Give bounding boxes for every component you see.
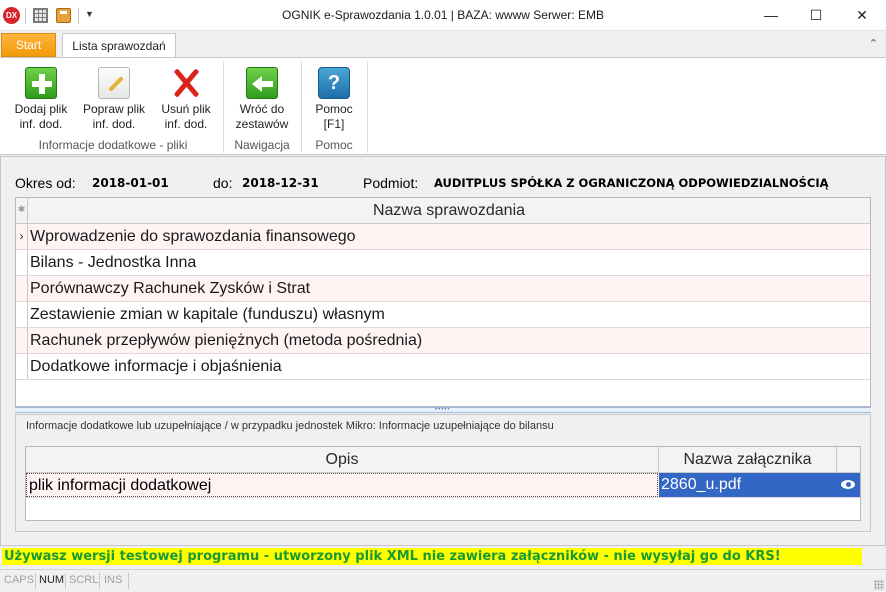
delete-icon bbox=[170, 67, 202, 99]
reports-grid: ✱ Nazwa sprawozdania › Wprowadzenie do s… bbox=[15, 197, 871, 407]
table-row[interactable]: Bilans - Jednostka Inna bbox=[16, 250, 870, 276]
ribbon-collapse-icon[interactable]: ⌃ bbox=[869, 37, 878, 50]
podmiot-value: AUDITPLUS SPÓŁKA Z OGRANICZONĄ ODPOWIEDZ… bbox=[434, 176, 829, 190]
okres-do-label: do: bbox=[213, 175, 233, 191]
title-bar: DX ▼ OGNIK e-Sprawozdania 1.0.01 | BAZA:… bbox=[0, 0, 886, 31]
attachments-panel: Informacje dodatkowe lub uzupełniające /… bbox=[15, 414, 871, 532]
attachments-grid: Opis Nazwa załącznika plik informacji do… bbox=[25, 446, 861, 521]
attachments-panel-label: Informacje dodatkowe lub uzupełniające /… bbox=[26, 420, 554, 432]
status-caps: CAPS bbox=[4, 574, 34, 586]
edit-file-button[interactable]: Popraw plik inf. dod. bbox=[78, 64, 150, 136]
help-button[interactable]: ? Pomoc [F1] bbox=[308, 64, 360, 136]
group-label-nawigacja: Nawigacja bbox=[234, 138, 290, 152]
table-row[interactable]: Porównawczy Rachunek Zysków i Strat bbox=[16, 276, 870, 302]
group-label-pliki: Informacje dodatkowe - pliki bbox=[38, 138, 188, 152]
status-num: NUM bbox=[39, 574, 65, 586]
preview-button[interactable] bbox=[836, 473, 860, 497]
close-button[interactable]: ✕ bbox=[839, 0, 885, 31]
table-row[interactable]: Rachunek przepływów pieniężnych (metoda … bbox=[16, 328, 870, 354]
tab-lista-sprawozdan[interactable]: Lista sprawozdań bbox=[62, 33, 176, 59]
podmiot-label: Podmiot: bbox=[363, 175, 419, 191]
column-header-preview bbox=[837, 447, 860, 473]
table-row[interactable]: plik informacji dodatkowej 2860_u.pdf bbox=[26, 473, 860, 498]
current-row-indicator: › bbox=[16, 224, 28, 249]
group-separator bbox=[367, 61, 368, 153]
cell-nazwa-zalacznika[interactable]: 2860_u.pdf bbox=[659, 473, 836, 497]
group-separator bbox=[301, 61, 302, 153]
back-arrow-icon bbox=[246, 67, 278, 99]
group-label-pomoc: Pomoc bbox=[315, 138, 353, 152]
column-header-opis[interactable]: Opis bbox=[26, 447, 659, 473]
attachments-grid-header: Opis Nazwa załącznika bbox=[26, 447, 860, 473]
test-version-warning: Używasz wersji testowej programu - utwor… bbox=[2, 548, 862, 565]
reports-grid-header: ✱ Nazwa sprawozdania bbox=[16, 198, 870, 224]
status-separator bbox=[35, 573, 36, 589]
new-row-indicator: ✱ bbox=[16, 198, 28, 224]
status-separator bbox=[65, 573, 66, 589]
table-row[interactable]: Zestawienie zmian w kapitale (funduszu) … bbox=[16, 302, 870, 328]
cell-opis[interactable]: plik informacji dodatkowej bbox=[26, 473, 658, 497]
column-header-nazwa-zalacznika[interactable]: Nazwa załącznika bbox=[659, 447, 837, 473]
minimize-button[interactable]: — bbox=[748, 0, 794, 31]
resize-grip-icon[interactable] bbox=[874, 580, 884, 590]
ribbon-tabs: Start Lista sprawozdań ⌃ bbox=[0, 31, 886, 59]
back-button[interactable]: Wróć do zestawów bbox=[230, 64, 294, 136]
group-separator bbox=[223, 61, 224, 153]
add-icon bbox=[25, 67, 57, 99]
panel-splitter[interactable]: ••••• bbox=[15, 407, 871, 413]
okres-od-label: Okres od: bbox=[15, 175, 76, 191]
splitter-grip-icon: ••••• bbox=[435, 407, 451, 413]
add-file-button[interactable]: Dodaj plik inf. dod. bbox=[10, 64, 72, 136]
okres-od-value: 2018-01-01 bbox=[92, 176, 169, 190]
status-separator bbox=[128, 573, 129, 589]
ribbon-panel: Dodaj plik inf. dod. Popraw plik inf. do… bbox=[0, 57, 886, 155]
tab-start[interactable]: Start bbox=[1, 33, 56, 57]
help-icon: ? bbox=[318, 67, 350, 99]
column-header-nazwa[interactable]: Nazwa sprawozdania bbox=[28, 198, 870, 224]
delete-file-button[interactable]: Usuń plik inf. dod. bbox=[156, 64, 216, 136]
status-scrl: SCRL bbox=[69, 574, 99, 586]
status-separator bbox=[99, 573, 100, 589]
maximize-button[interactable]: ☐ bbox=[793, 0, 839, 31]
edit-icon bbox=[98, 67, 130, 99]
status-ins: INS bbox=[104, 574, 123, 586]
status-bar: CAPS NUM SCRL INS bbox=[0, 569, 886, 592]
table-row[interactable]: Dodatkowe informacje i objaśnienia bbox=[16, 354, 870, 380]
eye-icon bbox=[841, 480, 855, 489]
okres-do-value: 2018-12-31 bbox=[242, 176, 319, 190]
table-row[interactable]: › Wprowadzenie do sprawozdania finansowe… bbox=[16, 224, 870, 250]
